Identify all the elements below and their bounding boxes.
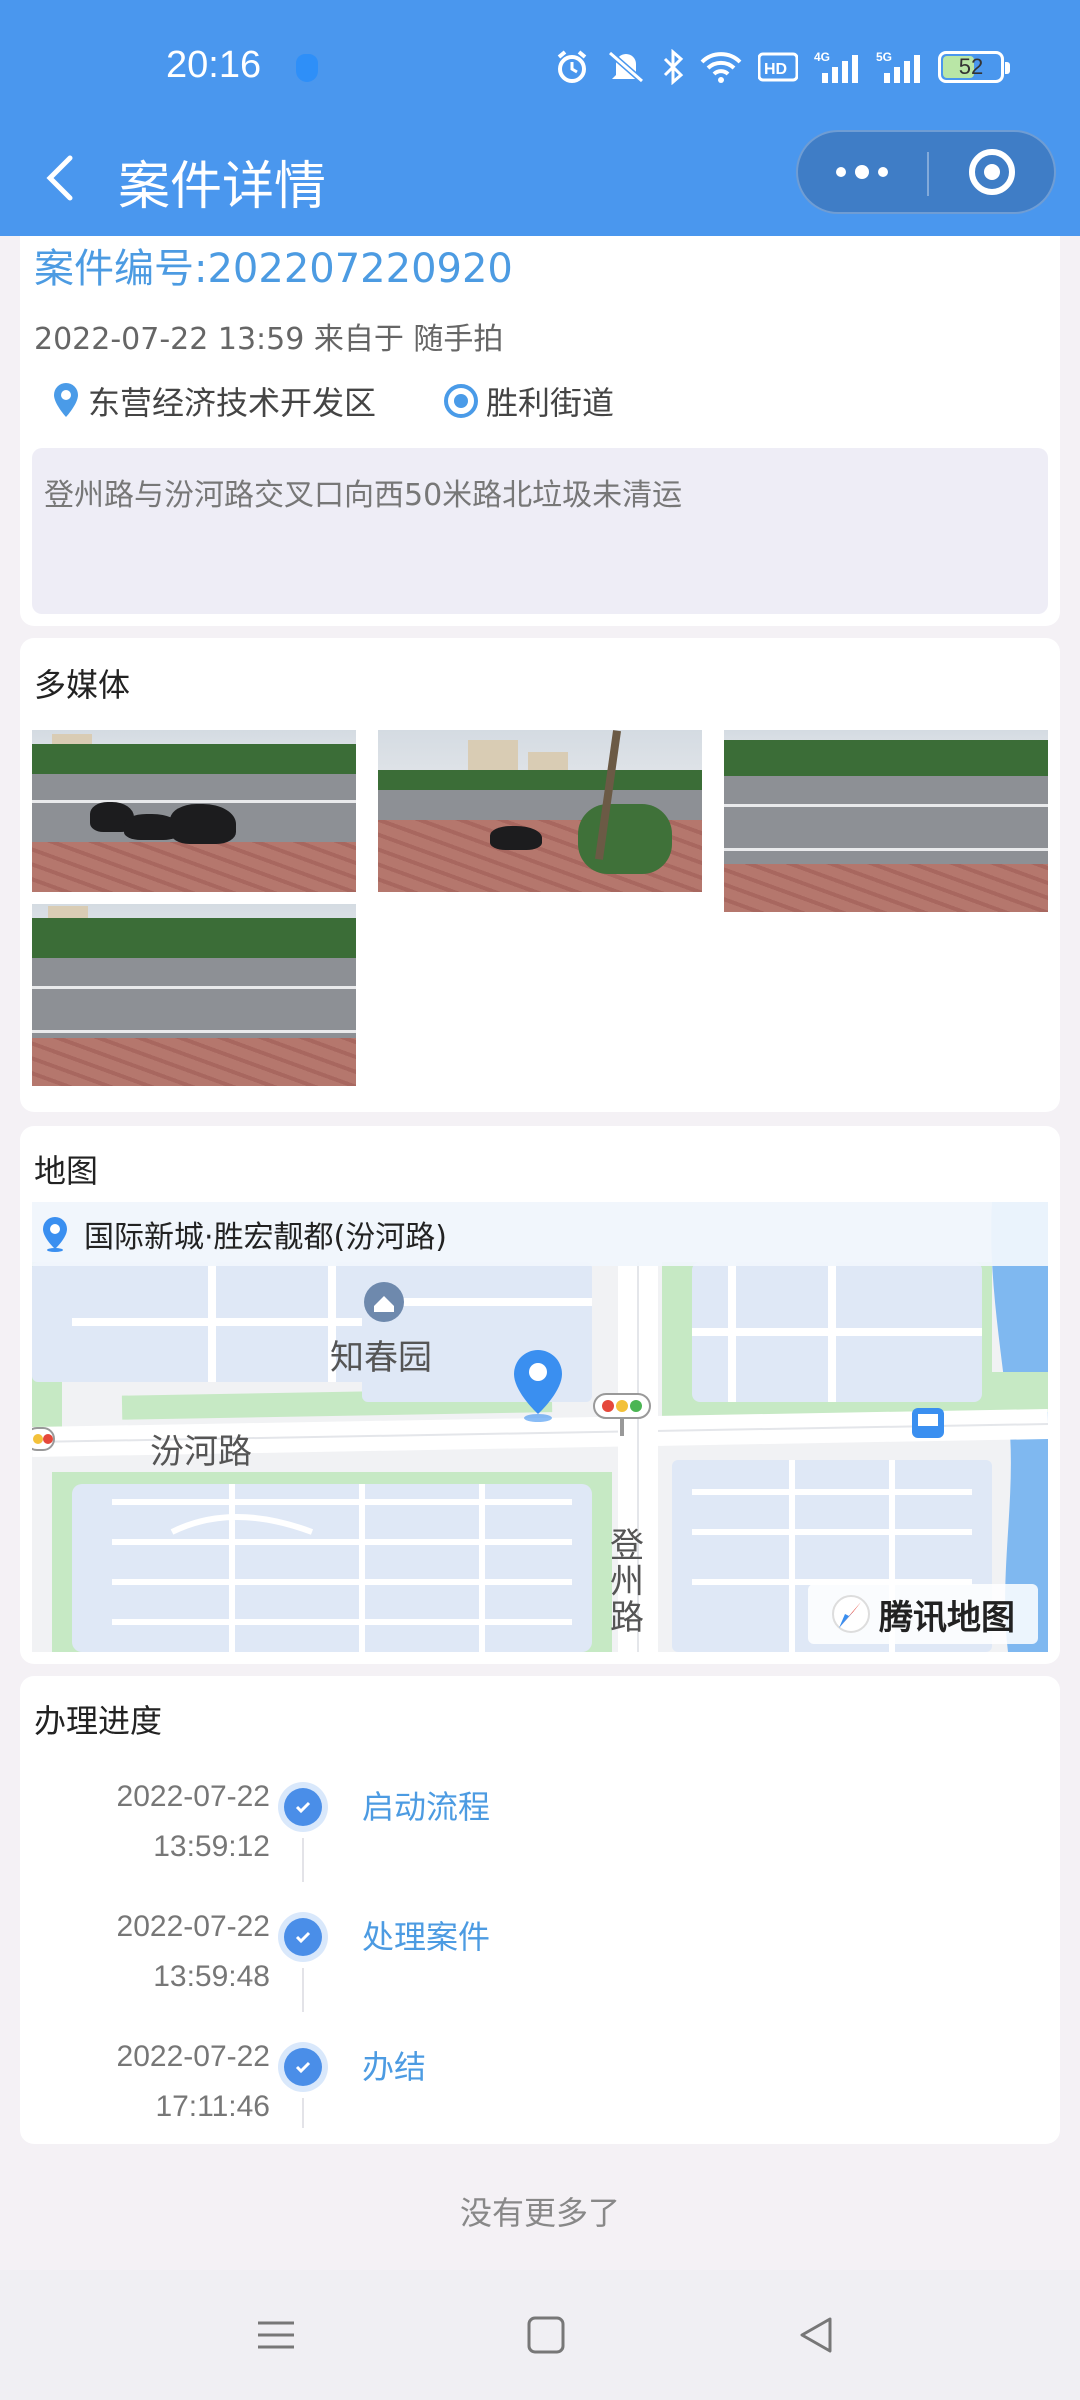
system-back-button[interactable] xyxy=(786,2310,846,2360)
case-number: 案件编号:202207220920 xyxy=(34,246,513,292)
status-time: 20:16 xyxy=(166,44,262,86)
media-title: 多媒体 xyxy=(34,666,131,704)
case-meta: 2022-07-22 13:59 来自于 随手拍 xyxy=(34,322,504,357)
step-time: 17:11:46 xyxy=(155,2090,270,2123)
step-datetime: 2022-07-22 13:59:48 xyxy=(117,1902,270,2002)
map-road-label-h: 汾河路 xyxy=(150,1432,252,1472)
alarm-icon xyxy=(557,50,587,83)
wifi-icon xyxy=(700,52,742,83)
battery-level: 52 xyxy=(958,54,984,79)
location-pin-icon xyxy=(54,383,78,417)
target-icon xyxy=(969,149,1015,195)
title-bar: 案件详情 xyxy=(0,120,1080,236)
hd-icon: HD xyxy=(758,52,798,82)
page-title: 案件详情 xyxy=(118,157,327,217)
back-button[interactable] xyxy=(40,148,84,208)
case-info-card: 案件编号:202207220920 2022-07-22 13:59 来自于 随… xyxy=(20,236,1060,626)
step-datetime: 2022-07-22 13:59:12 xyxy=(117,1772,270,1872)
status-bar: 20:16 HD 4G 5G 52 xyxy=(0,0,1080,136)
menu-icon xyxy=(258,2321,294,2349)
no-more-text: 没有更多了 xyxy=(459,2194,620,2232)
media-photo-3[interactable] xyxy=(724,730,1048,912)
check-icon xyxy=(278,2042,328,2092)
5g-signal-icon: 5G xyxy=(876,50,920,83)
status-icons: HD 4G 5G 52 xyxy=(554,44,1010,90)
map-brand: 腾讯地图 xyxy=(808,1584,1038,1644)
timeline-connector xyxy=(302,1968,304,2012)
map-title: 地图 xyxy=(34,1152,99,1190)
progress-step: 2022-07-22 13:59:12 启动流程 xyxy=(20,1772,1060,1902)
more-dots-icon xyxy=(836,167,846,177)
progress-step: 2022-07-22 13:59:48 处理案件 xyxy=(20,1902,1060,2032)
street-tag: 胜利街道 xyxy=(442,378,614,424)
square-home-icon xyxy=(527,2316,565,2354)
location-pin-icon xyxy=(43,1217,67,1252)
more-button[interactable] xyxy=(798,132,926,212)
step-label: 处理案件 xyxy=(362,1918,491,1956)
map-address-bar: 国际新城·胜宏靓都(汾河路) xyxy=(32,1202,1048,1266)
street-label: 胜利街道 xyxy=(486,384,615,422)
media-photo-4[interactable] xyxy=(32,904,356,1086)
case-description: 登州路与汾河路交叉口向西50米路北垃圾未清运 xyxy=(32,448,1048,614)
timeline-connector xyxy=(302,2098,304,2128)
step-time: 13:59:48 xyxy=(153,1960,270,1993)
check-icon xyxy=(278,1782,328,1832)
map-road-label-v: 登州路 xyxy=(610,1526,644,1638)
location-row: 东营经济技术开发区 胜利街道 xyxy=(50,378,680,424)
compass-logo-icon xyxy=(832,1595,870,1633)
district-tag: 东营经济技术开发区 xyxy=(50,378,376,424)
triangle-back-icon xyxy=(800,2317,832,2353)
miniprogram-capsule xyxy=(796,130,1056,214)
map-brand-label: 腾讯地图 xyxy=(879,1597,1015,1638)
step-label: 办结 xyxy=(362,2048,427,2086)
bluetooth-icon xyxy=(663,49,684,85)
battery-icon: 52 xyxy=(938,51,1010,83)
step-time: 13:59:12 xyxy=(153,1830,270,1863)
media-card: 多媒体 xyxy=(20,638,1060,1112)
4g-signal-icon: 4G xyxy=(814,50,858,83)
svg-text:4G: 4G xyxy=(814,50,830,64)
svg-text:HD: HD xyxy=(764,61,787,78)
media-photo-1[interactable] xyxy=(32,730,356,892)
map-card: 地图 国际新城·胜宏靓都(汾河路) 知春园 汾河路 登州路 腾讯地图 xyxy=(20,1126,1060,1664)
progress-step: 2022-07-22 17:11:46 办结 xyxy=(20,2032,1060,2162)
progress-card: 办理进度 2022-07-22 13:59:12 启动流程 2022-07-22… xyxy=(20,1676,1060,2144)
notification-icon xyxy=(296,54,318,82)
timeline-connector xyxy=(302,1838,304,1882)
media-photo-2[interactable] xyxy=(378,730,702,892)
chevron-left-icon xyxy=(46,155,73,201)
system-nav-bar xyxy=(0,2270,1080,2400)
step-datetime: 2022-07-22 17:11:46 xyxy=(117,2032,270,2132)
mute-icon xyxy=(608,50,644,84)
map-view[interactable]: 国际新城·胜宏靓都(汾河路) 知春园 汾河路 登州路 腾讯地图 xyxy=(32,1202,1048,1652)
map-poi-label: 知春园 xyxy=(330,1338,432,1378)
step-date: 2022-07-22 xyxy=(116,1780,270,1813)
check-icon xyxy=(278,1912,328,1962)
home-button[interactable] xyxy=(516,2310,576,2360)
target-location-icon xyxy=(444,384,479,418)
district-label: 东营经济技术开发区 xyxy=(88,384,377,422)
close-miniprogram-button[interactable] xyxy=(930,132,1054,212)
step-date: 2022-07-22 xyxy=(116,1910,270,1943)
map-address: 国际新城·胜宏靓都(汾河路) xyxy=(84,1220,447,1255)
step-date: 2022-07-22 xyxy=(116,2040,270,2073)
menu-button[interactable] xyxy=(246,2310,306,2360)
progress-title: 办理进度 xyxy=(34,1702,163,1740)
svg-text:5G: 5G xyxy=(876,50,892,64)
step-label: 启动流程 xyxy=(362,1788,491,1826)
top-bar: 20:16 HD 4G 5G 52 案件详情 xyxy=(0,0,1080,236)
